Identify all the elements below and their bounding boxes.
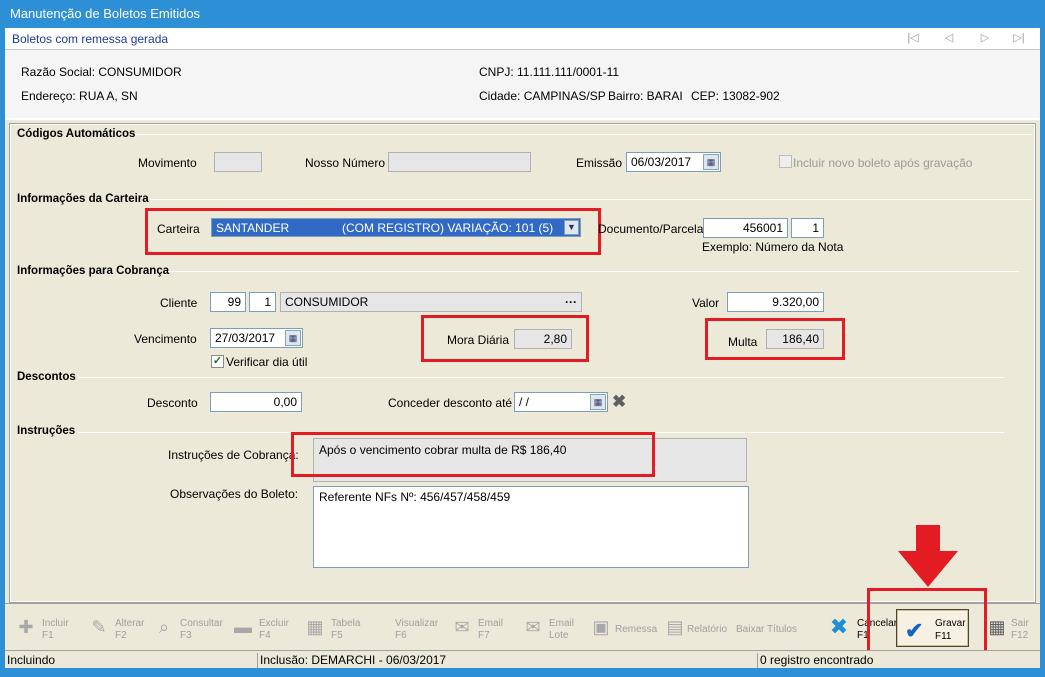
movimento-field[interactable] (214, 152, 262, 172)
close-icon: ✖ (829, 614, 849, 639)
window-title: Manutenção de Boletos Emitidos (0, 0, 1045, 28)
multa-field[interactable]: 186,40 (766, 329, 824, 349)
documento-label: Documento/Parcela (598, 222, 704, 236)
nosso-numero-label: Nosso Número (305, 156, 386, 170)
conceder-date-field[interactable]: / / ▦ (514, 392, 608, 412)
arrow-down-icon (898, 525, 958, 587)
status-inclusao: Inclusão: DEMARCHI - 06/03/2017 (257, 653, 757, 668)
window-frame-right (1040, 28, 1045, 677)
conceder-value: / / (519, 395, 530, 409)
cep: CEP: 13082-902 (691, 89, 780, 103)
parcela-field[interactable]: 1 (791, 218, 824, 238)
envelope-icon: ✉ (454, 617, 470, 637)
verificar-label: Verificar dia útil (226, 355, 308, 369)
incluir-novo-checkbox[interactable] (779, 155, 792, 168)
section-descontos: Descontos (17, 371, 76, 383)
documento-field[interactable]: 456001 (703, 218, 788, 238)
verificar-checkbox[interactable]: ✓ (211, 355, 224, 368)
section-carteira: Informações da Carteira (17, 193, 149, 205)
documento-exemplo: Exemplo: Número da Nota (702, 240, 844, 254)
section-divider (78, 377, 1004, 378)
more-icon[interactable]: ··· (565, 293, 577, 311)
minus-icon: ▬ (234, 617, 252, 637)
status-bar: Incluindo Inclusão: DEMARCHI - 06/03/201… (5, 650, 1040, 668)
mora-field[interactable]: 2,80 (514, 329, 572, 349)
emissao-label: Emissão (576, 156, 623, 170)
multa-label: Multa (728, 335, 758, 349)
incluir-novo-label: Incluir novo boleto após gravação (793, 156, 973, 170)
cliente-label: Cliente (160, 296, 198, 310)
section-divider (135, 134, 1032, 135)
mora-label: Mora Diária (447, 333, 510, 347)
cliente-loja-field[interactable]: 1 (249, 292, 276, 312)
window-frame-bottom (0, 668, 1045, 677)
previous-record-icon[interactable]: ◁ (941, 31, 957, 45)
report-icon: ▤ (666, 617, 684, 637)
carteira-description: (COM REGISTRO) VARIAÇÃO: 101 (5) (342, 221, 554, 235)
desconto-label: Desconto (147, 396, 198, 410)
customer-header: Razão Social: CONSUMIDOR Endereço: RUA A… (5, 50, 1040, 118)
emissao-date-field[interactable]: 06/03/2017 ▦ (626, 152, 721, 172)
next-record-icon[interactable]: ▷ (977, 31, 993, 45)
observacoes-textarea[interactable]: Referente NFs Nº: 456/457/458/459 (313, 486, 749, 568)
section-divider (150, 199, 1032, 200)
boxes-icon: ▣ (592, 617, 610, 637)
cnpj: CNPJ: 11.111.111/0001-11 (479, 65, 620, 79)
status-mode: Incluindo (7, 653, 56, 667)
calendar-icon[interactable]: ▦ (590, 394, 606, 410)
section-instrucoes: Instruções (17, 425, 76, 437)
cidade: Cidade: CAMPINAS/SP (479, 89, 606, 103)
bairro: Bairro: BARAI (608, 89, 683, 103)
section-codigos: Códigos Automáticos (17, 128, 136, 140)
valor-label: Valor (692, 296, 720, 310)
cliente-nome-field[interactable]: CONSUMIDOR ··· (280, 292, 582, 312)
plus-icon: ✚ (18, 617, 34, 637)
clear-icon[interactable]: ✖ (612, 392, 626, 412)
search-icon: ⌕ (158, 617, 170, 637)
carteira-label: Carteira (157, 222, 200, 236)
instrucoes-label: Instruções de Cobrança: (168, 448, 299, 462)
movimento-label: Movimento (138, 156, 197, 170)
observacoes-label: Observações do Boleto: (170, 487, 299, 501)
calendar-icon[interactable]: ▦ (703, 154, 719, 170)
table-icon: ▦ (306, 617, 324, 637)
first-record-icon[interactable]: |◁ (905, 31, 921, 45)
section-cobranca: Informações para Cobrança (17, 265, 170, 277)
conceder-label: Conceder desconto até (388, 396, 513, 410)
last-record-icon[interactable]: ▷| (1011, 31, 1027, 45)
envelope-batch-icon: ✉ (525, 617, 541, 637)
vencimento-value: 27/03/2017 (215, 331, 276, 345)
record-status-bar: Boletos com remessa gerada |◁ ◁ ▷ ▷| (5, 28, 1040, 50)
carteira-select[interactable]: SANTANDER (COM REGISTRO) VARIAÇÃO: 101 (… (211, 218, 581, 237)
endereco: Endereço: RUA A, SN (21, 89, 138, 103)
pencil-icon: ✎ (91, 617, 107, 637)
exit-icon: ▦ (988, 617, 1006, 637)
chevron-down-icon[interactable]: ▼ (564, 220, 579, 235)
valor-field[interactable]: 9.320,00 (727, 292, 824, 312)
nosso-numero-field[interactable] (388, 152, 531, 172)
cliente-nome: CONSUMIDOR (285, 295, 369, 309)
desconto-field[interactable]: 0,00 (210, 392, 302, 412)
emissao-value: 06/03/2017 (631, 155, 692, 169)
remessa-status-text: Boletos com remessa gerada (12, 32, 169, 46)
status-registros: 0 registro encontrado (757, 653, 1040, 668)
section-divider (168, 271, 1019, 272)
vencimento-date-field[interactable]: 27/03/2017 ▦ (210, 328, 303, 348)
razao-social: Razão Social: CONSUMIDOR (21, 65, 182, 79)
cliente-codigo-field[interactable]: 99 (210, 292, 246, 312)
vencimento-label: Vencimento (134, 332, 197, 346)
calendar-icon[interactable]: ▦ (285, 330, 301, 346)
instrucoes-highlight (291, 432, 655, 477)
carteira-bank: SANTANDER (216, 221, 290, 235)
